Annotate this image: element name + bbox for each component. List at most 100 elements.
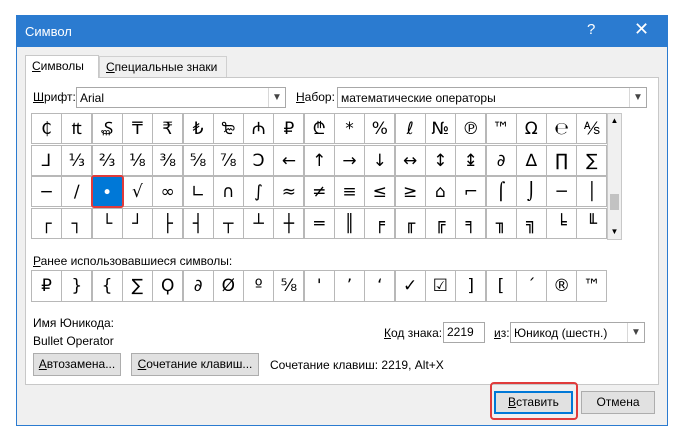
symbol-cell[interactable]: ₹ <box>152 113 184 144</box>
recent-symbol-cell[interactable]: ] <box>455 270 487 302</box>
cancel-button[interactable]: Отмена <box>581 391 655 414</box>
symbol-cell[interactable]: ≡ <box>334 176 365 207</box>
symbol-cell[interactable]: * <box>334 113 365 144</box>
recent-symbol-cell[interactable]: ™ <box>576 270 608 302</box>
symbol-cell[interactable]: ╔ <box>424 207 456 239</box>
symbol-cell[interactable]: ⅓ <box>61 144 93 176</box>
subset-select[interactable]: математические операторы ▼ <box>337 87 647 108</box>
symbol-cell[interactable]: ├ <box>152 207 184 239</box>
symbol-cell[interactable]: ╙ <box>576 207 608 239</box>
symbol-cell[interactable]: ╗ <box>515 207 547 239</box>
symbol-cell[interactable]: ┌ <box>31 207 62 239</box>
symbol-cell[interactable]: Ↄ <box>243 144 275 176</box>
symbol-cell[interactable]: ∂ <box>485 144 517 176</box>
symbol-cell[interactable]: ≤ <box>364 176 396 207</box>
symbol-cell[interactable]: ∟ <box>182 176 214 207</box>
symbol-cell[interactable]: ┤ <box>182 207 214 239</box>
symbol-cell[interactable]: ╖ <box>485 207 517 239</box>
symbol-cell[interactable]: ← <box>273 144 305 176</box>
symbol-cell[interactable]: └ <box>91 207 123 239</box>
symbol-cell[interactable]: Ω <box>515 113 547 144</box>
symbol-cell[interactable]: ℗ <box>455 113 487 144</box>
symbol-cell[interactable]: ∩ <box>212 176 244 207</box>
symbol-cell[interactable]: ₻ <box>212 113 244 144</box>
close-icon[interactable]: ✕ <box>634 19 649 40</box>
symbol-cell[interactable]: ₾ <box>303 113 335 144</box>
symbol-cell[interactable]: ≈ <box>273 176 305 207</box>
symbol-cell[interactable]: % <box>364 113 396 144</box>
recent-symbol-cell[interactable]: ® <box>546 270 578 302</box>
shortcut-key-button[interactable]: Сочетание клавиш... <box>131 353 259 376</box>
symbol-cell[interactable]: ↔ <box>394 144 426 176</box>
symbol-cell[interactable]: ⅔ <box>91 144 123 176</box>
recent-symbol-cell[interactable]: ∂ <box>182 270 214 302</box>
recent-symbol-cell[interactable]: ’ <box>334 270 365 302</box>
symbol-cell[interactable]: ║ <box>334 207 365 239</box>
symbol-cell[interactable]: ═ <box>303 207 335 239</box>
autocorrect-button[interactable]: Автозамена... <box>33 353 121 376</box>
recent-symbol-cell[interactable]: } <box>61 270 93 302</box>
symbol-cell[interactable]: ⅛ <box>121 144 153 176</box>
recent-symbol-cell[interactable]: { <box>91 270 123 302</box>
symbol-cell[interactable]: ∆ <box>515 144 547 176</box>
char-code-input[interactable]: 2219 <box>443 322 485 343</box>
recent-symbol-cell[interactable]: ☑ <box>424 270 456 302</box>
tab-symbols[interactable]: Символы <box>25 55 99 78</box>
symbol-cell[interactable]: ↕ <box>424 144 456 176</box>
symbol-cell[interactable]: ↓ <box>364 144 396 176</box>
recent-symbol-cell[interactable]: [ <box>485 270 517 302</box>
help-icon[interactable]: ? <box>587 21 595 38</box>
symbol-cell[interactable]: ℮ <box>546 113 578 144</box>
recent-symbol-cell[interactable]: ' <box>303 270 335 302</box>
symbol-cell[interactable]: ⌐ <box>455 176 487 207</box>
symbol-cell[interactable]: ⅝ <box>182 144 214 176</box>
symbol-cell[interactable]: ≥ <box>394 176 426 207</box>
symbol-cell[interactable]: ₼ <box>243 113 275 144</box>
recent-symbol-cell[interactable]: ₽ <box>31 270 62 302</box>
symbol-cell[interactable]: → <box>334 144 365 176</box>
symbol-cell[interactable]: ∑ <box>576 144 608 176</box>
from-select[interactable]: Юникод (шестн.) ▼ <box>510 322 645 343</box>
scroll-down-icon[interactable]: ▼ <box>608 225 621 239</box>
symbol-cell[interactable]: ⅃ <box>31 144 62 176</box>
recent-symbol-cell[interactable]: Ϙ <box>152 270 184 302</box>
symbol-cell[interactable]: № <box>424 113 456 144</box>
symbol-cell[interactable]: ─ <box>546 176 578 207</box>
symbol-cell[interactable]: ⅞ <box>212 144 244 176</box>
recent-symbol-cell[interactable]: ´ <box>515 270 547 302</box>
recent-symbol-cell[interactable]: ‘ <box>364 270 396 302</box>
tab-special-characters[interactable]: Специальные знаки <box>99 56 227 77</box>
font-select[interactable]: Arial ▼ <box>76 87 286 108</box>
symbol-cell[interactable]: ∕ <box>61 176 93 207</box>
symbol-cell[interactable]: ⌡ <box>515 176 547 207</box>
recent-symbol-cell[interactable]: Ø <box>212 270 244 302</box>
symbol-cell[interactable]: ₶ <box>61 113 93 144</box>
symbol-cell[interactable]: ⅍ <box>576 113 608 144</box>
symbol-cell[interactable]: ₵ <box>31 113 62 144</box>
symbol-cell[interactable]: ₸ <box>121 113 153 144</box>
symbol-cell[interactable]: √ <box>121 176 153 207</box>
symbol-cell[interactable]: ⌠ <box>485 176 517 207</box>
symbol-cell[interactable]: ∞ <box>152 176 184 207</box>
scroll-up-icon[interactable]: ▲ <box>608 114 621 128</box>
symbol-cell[interactable]: ╘ <box>546 207 578 239</box>
symbol-cell[interactable]: ┘ <box>121 207 153 239</box>
symbol-cell[interactable]: ┐ <box>61 207 93 239</box>
symbol-cell[interactable]: − <box>31 176 62 207</box>
recent-symbol-cell[interactable]: ✓ <box>394 270 426 302</box>
symbol-cell[interactable]: ∫ <box>243 176 275 207</box>
symbol-cell[interactable]: ╒ <box>364 207 396 239</box>
symbol-cell[interactable]: │ <box>576 176 608 207</box>
symbol-cell[interactable]: ┬ <box>212 207 244 239</box>
symbol-cell[interactable]: ₺ <box>182 113 214 144</box>
symbol-cell[interactable]: ∏ <box>546 144 578 176</box>
symbol-cell[interactable]: ₷ <box>91 113 123 144</box>
symbol-cell[interactable]: ⌂ <box>424 176 456 207</box>
symbol-cell[interactable]: ╕ <box>455 207 487 239</box>
recent-symbol-cell[interactable]: ⅝ <box>273 270 305 302</box>
symbol-cell[interactable]: ┼ <box>273 207 305 239</box>
symbol-cell[interactable]: ┴ <box>243 207 275 239</box>
scroll-thumb[interactable] <box>610 194 619 210</box>
recent-symbol-cell[interactable]: º <box>243 270 275 302</box>
symbol-cell[interactable]: ℓ <box>394 113 426 144</box>
